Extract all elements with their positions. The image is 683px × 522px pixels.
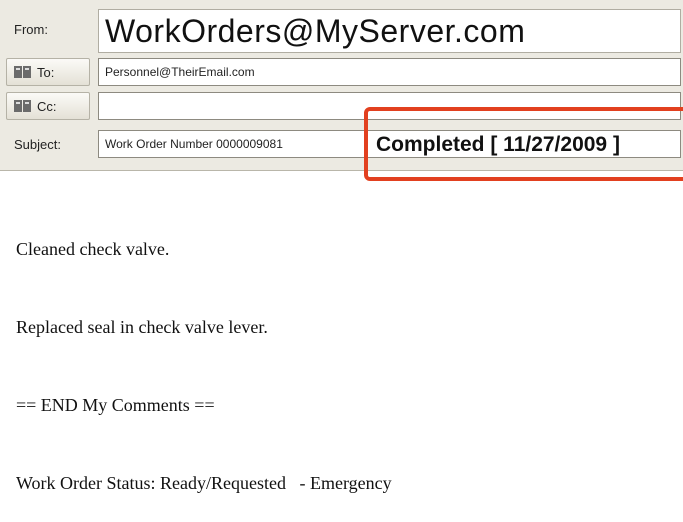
body-line: Cleaned check valve. (16, 239, 170, 259)
to-value: Personnel@TheirEmail.com (105, 65, 255, 79)
body-line: Replaced seal in check valve lever. (16, 317, 268, 337)
address-book-icon (13, 99, 33, 113)
body-line: Work Order Status: Ready/Requested - Eme… (16, 473, 392, 493)
to-button[interactable]: To: (6, 58, 90, 86)
address-book-icon (13, 65, 33, 79)
from-label: From: (14, 22, 48, 37)
to-field[interactable]: Personnel@TheirEmail.com (98, 58, 681, 86)
from-value: WorkOrders@MyServer.com (105, 12, 526, 49)
to-label: To: (37, 64, 55, 80)
subject-label: Subject: (14, 137, 61, 152)
message-body[interactable]: Cleaned check valve. Replaced seal in ch… (16, 184, 392, 522)
cc-button[interactable]: Cc: (6, 92, 90, 120)
from-field: WorkOrders@MyServer.com (98, 9, 681, 53)
body-line: == END My Comments == (16, 395, 215, 415)
cc-label: Cc: (37, 98, 57, 114)
subject-value: Work Order Number 0000009081 (105, 137, 283, 151)
highlight-box (364, 107, 683, 181)
